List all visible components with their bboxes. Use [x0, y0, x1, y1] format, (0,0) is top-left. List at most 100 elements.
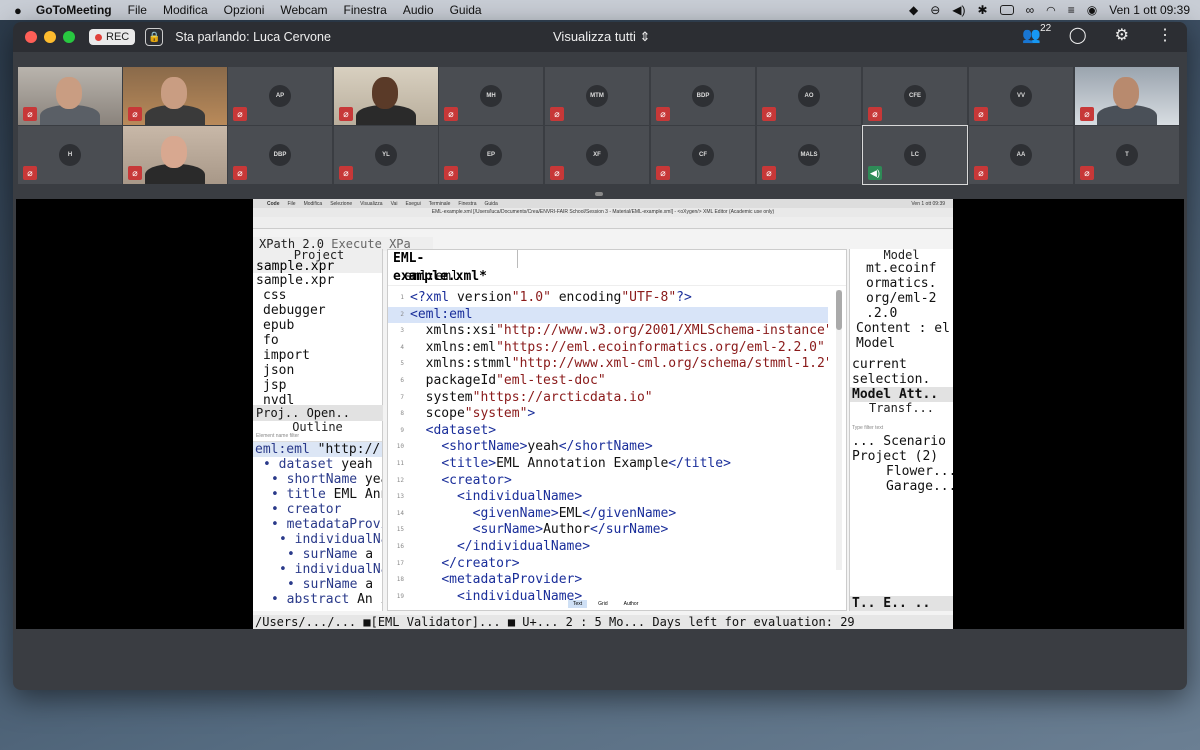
- participant-tile[interactable]: CF ⌀: [651, 126, 755, 184]
- status-icons: ◆ ⊖ ◀) ✱ ∞ ◠ ≡ ◉ Ven 1 ott 09:39: [909, 0, 1190, 20]
- resize-handle[interactable]: [595, 192, 603, 196]
- participant-tile[interactable]: ⌀: [1075, 67, 1179, 125]
- siri-icon[interactable]: ◉: [1087, 3, 1097, 17]
- close-window-button[interactable]: [25, 31, 37, 43]
- participant-tile-active-speaker[interactable]: LC ◀): [862, 125, 968, 185]
- participants-button[interactable]: 👥 22: [1022, 23, 1051, 44]
- menu-opzioni[interactable]: Opzioni: [224, 3, 265, 17]
- participant-tile[interactable]: XF ⌀: [545, 126, 649, 184]
- line-number: 16: [396, 542, 404, 550]
- traffic-lights: [25, 31, 75, 43]
- participant-tile[interactable]: MALS ⌀: [757, 126, 861, 184]
- participant-initials: MTM: [586, 85, 608, 107]
- maximize-window-button[interactable]: [63, 31, 75, 43]
- line-number: 10: [396, 443, 404, 451]
- participant-tile[interactable]: EP ⌀: [439, 126, 543, 184]
- participant-initials: DBP: [269, 144, 291, 166]
- participant-tile[interactable]: DBP ⌀: [228, 126, 332, 184]
- status-bar: /Users/.../... ■[EML Validator]... ■ U+.…: [253, 615, 953, 629]
- participant-tile[interactable]: MH ⌀: [439, 67, 543, 125]
- participant-tile[interactable]: BDP ⌀: [651, 67, 755, 125]
- menu-file[interactable]: File: [128, 3, 147, 17]
- participant-initials: XF: [586, 144, 608, 166]
- line-number: 2: [400, 310, 404, 318]
- xml-editor: EML-example.xml* eml:eml 1 <?xml version"…: [387, 249, 847, 611]
- participant-tile[interactable]: AP ⌀: [228, 67, 332, 125]
- volume-icon[interactable]: ◀): [952, 3, 965, 17]
- shared-menu-item: Vai: [390, 200, 398, 207]
- participant-grid: ⌀ ⌀ AP ⌀ ⌀ MH ⌀ MTM ⌀ BDP ⌀ AO ⌀ CFE ⌀ V…: [18, 67, 1184, 185]
- wifi-icon[interactable]: ◠: [1046, 4, 1056, 17]
- control-center-icon[interactable]: ≡: [1068, 3, 1075, 17]
- minimize-window-button[interactable]: [44, 31, 56, 43]
- outline-element-name: • surName: [287, 577, 358, 592]
- shared-menu-item: Modifica: [303, 200, 323, 207]
- muted-mic-icon: ⌀: [974, 166, 988, 180]
- screen-share-area: Code File Modifica Selezione Visualizza …: [16, 199, 1184, 629]
- more-options-icon[interactable]: ⋮: [1157, 25, 1173, 45]
- participant-tile[interactable]: T ⌀: [1075, 126, 1179, 184]
- participant-tile[interactable]: ⌀: [18, 67, 122, 125]
- battery-icon[interactable]: [999, 5, 1014, 15]
- model-pane: Model mt.ecoinf ormatics. org/eml-2 .2.0…: [849, 249, 953, 611]
- shared-menu-item: Visualizza: [360, 200, 383, 207]
- line-number: 5: [400, 360, 404, 368]
- participant-tile[interactable]: YL ⌀: [334, 126, 438, 184]
- view-all-dropdown[interactable]: Visualizza tutti ⇕: [553, 29, 650, 45]
- participant-tile[interactable]: ⌀: [123, 67, 227, 125]
- minus-icon[interactable]: ⊖: [930, 3, 940, 17]
- dropbox-icon[interactable]: ◆: [909, 3, 918, 17]
- participant-tile[interactable]: MTM ⌀: [545, 67, 649, 125]
- menu-guida[interactable]: Guida: [450, 3, 482, 17]
- chat-bubble-icon[interactable]: ◯: [1069, 25, 1087, 45]
- outline-item: • surName a: [253, 577, 382, 592]
- lock-icon[interactable]: 🔒: [145, 28, 164, 46]
- rec-label: REC: [106, 31, 130, 43]
- menu-audio[interactable]: Audio: [403, 3, 434, 17]
- muted-mic-icon: ⌀: [550, 166, 564, 180]
- muted-mic-icon: ⌀: [762, 166, 776, 180]
- muted-mic-icon: ⌀: [444, 166, 458, 180]
- apple-icon[interactable]: ●: [14, 3, 22, 18]
- gear-icon[interactable]: ⚙: [1115, 25, 1129, 45]
- participant-tile[interactable]: ⌀: [334, 67, 438, 125]
- left-pane-tabs: Proj.. Open..: [253, 405, 383, 421]
- menu-finestra[interactable]: Finestra: [344, 3, 387, 17]
- muted-mic-icon: ⌀: [1080, 107, 1094, 121]
- rec-indicator[interactable]: REC: [89, 29, 136, 45]
- link-icon[interactable]: ∞: [1026, 3, 1035, 17]
- mode-tab-text: Text: [568, 600, 588, 608]
- participant-tile[interactable]: AO ⌀: [757, 67, 861, 125]
- line-code: </individualName>: [456, 538, 591, 554]
- selection-line: selection.: [852, 372, 931, 387]
- bluetooth-icon[interactable]: ✱: [978, 3, 988, 17]
- people-icon: 👥: [1022, 27, 1041, 44]
- line-code: </creator>: [441, 555, 520, 571]
- tree-item: json: [263, 363, 295, 378]
- menu-webcam[interactable]: Webcam: [280, 3, 327, 17]
- clock[interactable]: Ven 1 ott 09:39: [1109, 3, 1190, 17]
- outline-element-value: An i: [357, 592, 382, 607]
- muted-mic-icon: ⌀: [762, 107, 776, 121]
- line-number: 8: [400, 410, 404, 418]
- outline-item: • metadataProvi: [253, 517, 382, 532]
- participant-initials: MH: [480, 85, 502, 107]
- line-number: 3: [400, 327, 404, 335]
- participant-tile[interactable]: H ⌀: [18, 126, 122, 184]
- muted-mic-icon: ⌀: [339, 107, 353, 121]
- line-number: 13: [396, 493, 404, 501]
- outline-item: • surName a: [253, 547, 382, 562]
- line-code: <surName>Author</surName>: [472, 522, 669, 538]
- scenario-project: Project (2): [852, 449, 939, 464]
- participant-tile[interactable]: ⌀: [123, 126, 227, 184]
- outline-filter: Element name filter: [253, 433, 382, 442]
- menu-modifica[interactable]: Modifica: [163, 3, 208, 17]
- model-line: org/eml-2: [866, 291, 937, 306]
- participant-tile[interactable]: VV ⌀: [969, 67, 1073, 125]
- muted-mic-icon: ⌀: [23, 166, 37, 180]
- participant-tile[interactable]: AA ⌀: [969, 126, 1073, 184]
- outline-element-name: • dataset: [263, 457, 334, 472]
- menu-app-name[interactable]: GoToMeeting: [36, 3, 112, 17]
- line-code: xmlns:stmml"http://www.xml-cml.org/schem…: [410, 356, 828, 372]
- participant-tile[interactable]: CFE ⌀: [863, 67, 967, 125]
